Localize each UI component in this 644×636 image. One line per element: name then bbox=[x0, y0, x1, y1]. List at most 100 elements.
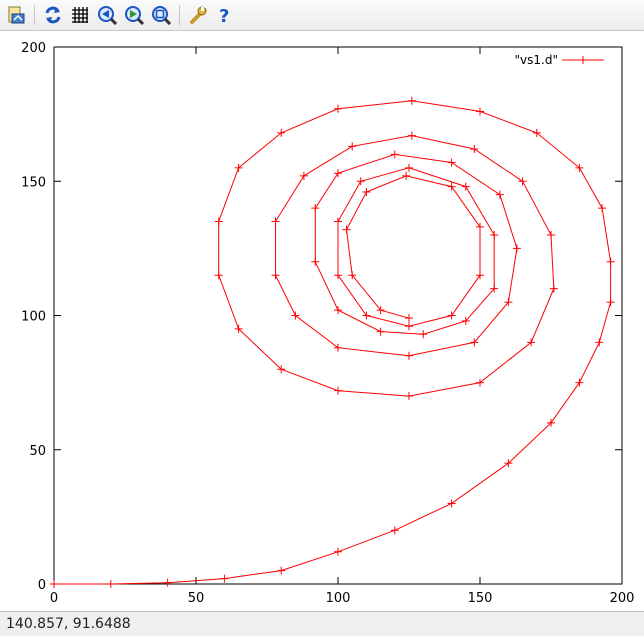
data-point-marker bbox=[447, 182, 456, 191]
axis-tick-labels: 0 50 100 150 200 0 50 100 150 200 bbox=[21, 41, 634, 606]
data-point-marker bbox=[271, 271, 280, 280]
data-point-marker bbox=[334, 169, 342, 178]
data-point-marker bbox=[277, 566, 286, 575]
data-point-marker bbox=[490, 230, 499, 239]
zoom-next-icon bbox=[124, 6, 144, 25]
data-point-marker bbox=[549, 284, 558, 293]
grid-button[interactable] bbox=[68, 4, 91, 27]
autoscale-icon bbox=[151, 6, 171, 25]
svg-text:?: ? bbox=[219, 6, 229, 25]
replot-icon bbox=[45, 6, 60, 24]
data-point-marker bbox=[407, 131, 416, 140]
data-point-marker bbox=[311, 257, 320, 266]
data-point-marker bbox=[334, 547, 342, 556]
zoom-previous-icon bbox=[97, 6, 117, 25]
data-point-marker bbox=[547, 230, 555, 239]
options-button[interactable] bbox=[186, 4, 209, 27]
data-point-marker bbox=[405, 163, 413, 172]
plot-canvas[interactable]: 0 50 100 150 200 0 50 100 150 200 "vs1.d" bbox=[0, 32, 644, 610]
data-point-marker bbox=[334, 386, 342, 395]
y-tick-label: 0 bbox=[38, 578, 46, 593]
x-tick-label: 0 bbox=[50, 591, 58, 606]
toolbar-separator bbox=[179, 5, 180, 25]
data-point-marker bbox=[447, 311, 456, 320]
data-point-marker bbox=[311, 204, 320, 213]
data-point-marker bbox=[163, 578, 172, 587]
data-point-marker bbox=[362, 311, 371, 320]
data-point-marker bbox=[390, 150, 399, 159]
data-point-marker bbox=[334, 217, 342, 226]
data-point-marker bbox=[220, 574, 229, 583]
data-point-marker bbox=[512, 244, 521, 253]
data-point-marker bbox=[291, 311, 300, 320]
data-point-marker bbox=[299, 171, 308, 180]
legend: "vs1.d" bbox=[515, 53, 604, 67]
data-point-marker bbox=[598, 204, 607, 213]
data-point-marker bbox=[271, 217, 280, 226]
data-point-marker bbox=[518, 177, 527, 186]
help-icon: ? bbox=[219, 6, 229, 25]
x-tick-label: 200 bbox=[610, 591, 635, 606]
data-point-marker bbox=[595, 338, 604, 347]
data-point-marker bbox=[419, 330, 428, 339]
data-point-marker bbox=[495, 190, 504, 199]
data-point-marker bbox=[334, 104, 342, 113]
coordinates-readout: 140.857, 91.6488 bbox=[6, 616, 131, 632]
data-point-marker bbox=[402, 171, 411, 180]
data-point-marker bbox=[342, 225, 351, 234]
autoscale-button[interactable] bbox=[149, 4, 172, 27]
data-point-marker bbox=[476, 222, 484, 231]
legend-label: "vs1.d" bbox=[515, 53, 558, 67]
data-point-marker bbox=[334, 343, 342, 352]
data-point-marker bbox=[362, 187, 371, 196]
data-point-marker bbox=[476, 271, 484, 280]
data-point-marker bbox=[214, 271, 223, 280]
data-point-marker bbox=[606, 257, 615, 266]
data-point-marker bbox=[405, 314, 413, 323]
zoom-previous-button[interactable] bbox=[95, 4, 118, 27]
y-tick-label: 100 bbox=[21, 310, 46, 325]
zoom-next-button[interactable] bbox=[122, 4, 145, 27]
x-tick-label: 150 bbox=[468, 591, 493, 606]
data-point-marker bbox=[356, 177, 365, 186]
data-point-marker bbox=[575, 378, 584, 387]
y-tick-label: 150 bbox=[21, 175, 46, 190]
plot-area[interactable]: 0 50 100 150 200 0 50 100 150 200 "vs1.d" bbox=[0, 32, 644, 610]
data-point-marker bbox=[407, 96, 416, 105]
data-point-marker bbox=[376, 327, 385, 336]
plot-border bbox=[53, 46, 623, 585]
series-group bbox=[50, 96, 615, 588]
help-button[interactable]: ? bbox=[213, 4, 236, 27]
data-point-marker bbox=[334, 306, 342, 315]
series-line bbox=[54, 100, 612, 585]
grid-icon bbox=[71, 7, 88, 23]
toolbar: ? bbox=[0, 0, 644, 31]
options-wrench-icon bbox=[189, 6, 206, 24]
status-bar: 140.857, 91.6488 bbox=[0, 611, 644, 636]
data-point-marker bbox=[334, 271, 342, 280]
legend-marker bbox=[579, 56, 587, 64]
data-point-marker bbox=[50, 580, 58, 588]
data-point-marker bbox=[390, 526, 399, 535]
y-tick-label: 50 bbox=[29, 444, 46, 459]
x-tick-label: 50 bbox=[188, 591, 205, 606]
data-point-marker bbox=[461, 182, 470, 191]
export-icon bbox=[8, 6, 24, 24]
data-point-marker bbox=[106, 580, 115, 588]
data-point-marker bbox=[447, 158, 456, 167]
replot-button[interactable] bbox=[41, 4, 64, 27]
y-tick-label: 200 bbox=[21, 41, 46, 56]
data-point-marker bbox=[447, 499, 456, 508]
x-tick-label: 100 bbox=[326, 591, 351, 606]
data-point-marker bbox=[405, 392, 413, 401]
data-point-marker bbox=[405, 322, 413, 331]
toolbar-separator bbox=[34, 5, 35, 25]
data-point-marker bbox=[405, 351, 413, 360]
axis-ticks bbox=[53, 46, 623, 585]
data-point-marker bbox=[606, 298, 615, 307]
data-point-marker bbox=[348, 142, 357, 151]
data-point-marker bbox=[470, 145, 479, 154]
export-button[interactable] bbox=[4, 4, 27, 27]
data-point-marker bbox=[214, 217, 223, 226]
data-point-marker bbox=[476, 107, 484, 116]
